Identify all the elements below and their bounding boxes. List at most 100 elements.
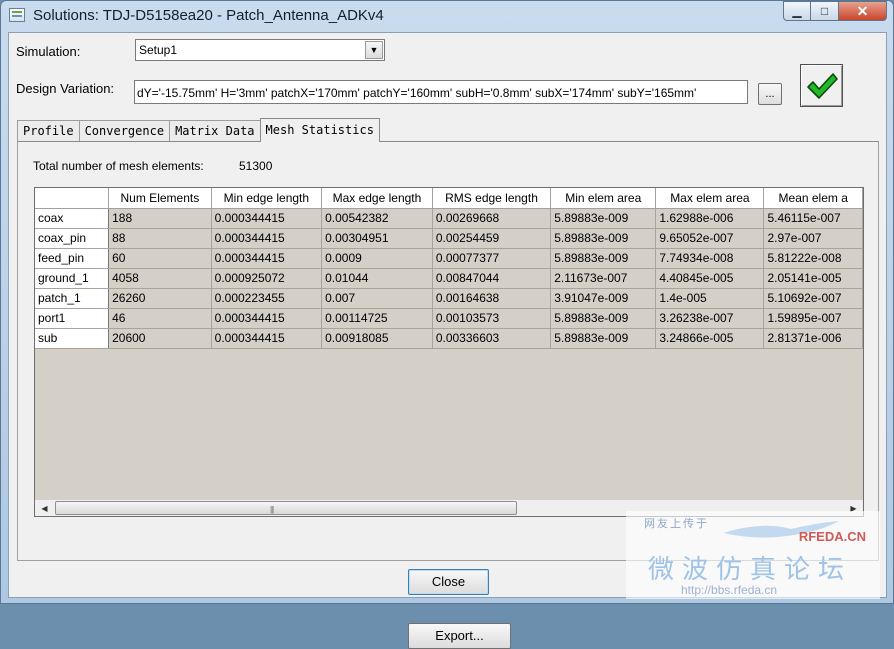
tab-matrix-data[interactable]: Matrix Data [169, 120, 261, 142]
table-cell: 5.46115e-007 [763, 208, 863, 229]
table-cell: 0.01044 [321, 268, 433, 289]
table-row[interactable]: sub 20600 0.000344415 0.00918085 0.00336… [35, 328, 863, 349]
row-header: patch_1 [35, 288, 110, 309]
design-variation-field[interactable]: dY='-15.75mm' H='3mm' patchX='170mm' pat… [134, 80, 748, 104]
table-cell: 0.00254459 [432, 228, 552, 249]
green-check-icon [806, 72, 838, 99]
watermark-brand: RFEDA.CN [798, 529, 866, 544]
table-row[interactable]: coax 188 0.000344415 0.00542382 0.002696… [35, 208, 863, 229]
solutions-window: Solutions: TDJ-D5158ea20 - Patch_Antenna… [0, 0, 894, 649]
row-header: coax [35, 208, 110, 229]
solution-status-button[interactable] [800, 64, 843, 107]
window-title: Solutions: TDJ-D5158ea20 - Patch_Antenna… [33, 7, 384, 24]
table-cell: 46 [108, 308, 212, 329]
app-icon [9, 8, 25, 22]
maximize-button[interactable]: □ [811, 1, 839, 21]
close-button[interactable]: Close [408, 569, 489, 595]
tab-mesh-statistics[interactable]: Mesh Statistics [259, 118, 380, 142]
scrollbar-thumb[interactable]: ||| [55, 501, 517, 515]
row-header: sub [35, 328, 110, 349]
grip-icon: ||| [270, 505, 274, 514]
table-cell: 0.000344415 [211, 228, 323, 249]
window-controls: ▁ □ ✕ [783, 1, 887, 21]
table-cell: 0.000344415 [211, 328, 323, 349]
table-cell: 88 [108, 228, 212, 249]
table-cell: 3.91047e-009 [550, 288, 657, 309]
table-cell: 5.10692e-007 [763, 288, 863, 309]
scroll-left-icon[interactable]: ◀ [36, 500, 53, 516]
export-button[interactable]: Export... [408, 623, 511, 649]
table-cell: 0.00542382 [321, 208, 433, 229]
column-header[interactable]: Min edge length [211, 188, 323, 209]
design-variation-label: Design Variation: [16, 81, 115, 96]
table-row[interactable]: feed_pin 60 0.000344415 0.0009 0.0007737… [35, 248, 863, 269]
table-cell: 0.00114725 [321, 308, 433, 329]
table-cell: 1.62988e-006 [655, 208, 765, 229]
design-variation-value: dY='-15.75mm' H='3mm' patchX='170mm' pat… [137, 86, 697, 100]
table-cell: 0.000344415 [211, 248, 323, 269]
table-header-row: Num Elements Min edge length Max edge le… [35, 188, 863, 209]
table-cell: 60 [108, 248, 212, 269]
table-cell: 0.000344415 [211, 208, 323, 229]
table-cell: 26260 [108, 288, 212, 309]
table-cell: 0.000925072 [211, 268, 323, 289]
column-header[interactable]: Max elem area [655, 188, 765, 209]
table-cell: 0.00164638 [432, 288, 552, 309]
simulation-select[interactable]: Setup1 ▼ [135, 39, 385, 61]
mesh-table: Num Elements Min edge length Max edge le… [35, 188, 863, 349]
table-cell: 1.59895e-007 [763, 308, 863, 329]
table-cell: 0.00304951 [321, 228, 433, 249]
table-cell: 5.89883e-009 [550, 248, 657, 269]
table-cell: 5.89883e-009 [550, 228, 657, 249]
row-header: ground_1 [35, 268, 110, 289]
chevron-down-icon[interactable]: ▼ [365, 41, 383, 59]
table-cell: 1.4e-005 [655, 288, 765, 309]
close-window-button[interactable]: ✕ [839, 1, 887, 21]
table-cell: 4.40845e-005 [655, 268, 765, 289]
column-header[interactable]: Max edge length [321, 188, 433, 209]
tab-profile[interactable]: Profile [17, 120, 80, 142]
watermark-url: http://bbs.rfeda.cn [681, 583, 778, 597]
watermark-title: 微波仿真论坛 [648, 555, 853, 585]
design-variation-browse-button[interactable]: ... [758, 83, 782, 105]
table-row[interactable]: port1 46 0.000344415 0.00114725 0.001035… [35, 308, 863, 329]
table-cell: 5.89883e-009 [550, 308, 657, 329]
table-cell: 7.74934e-008 [655, 248, 765, 269]
simulation-label: Simulation: [16, 44, 81, 59]
table-cell: 5.89883e-009 [550, 208, 657, 229]
table-cell: 0.007 [321, 288, 433, 309]
table-cell: 0.00918085 [321, 328, 433, 349]
total-mesh-label: Total number of mesh elements: [33, 159, 204, 173]
tab-strip: Profile Convergence Matrix Data Mesh Sta… [17, 118, 380, 142]
row-header: port1 [35, 308, 110, 329]
table-cell: 0.000344415 [211, 308, 323, 329]
mesh-statistics-grid[interactable]: Num Elements Min edge length Max edge le… [34, 187, 864, 517]
table-cell: 2.11673e-007 [550, 268, 657, 289]
table-cell: 0.00847044 [432, 268, 552, 289]
tab-convergence[interactable]: Convergence [78, 120, 171, 142]
table-cell: 20600 [108, 328, 212, 349]
table-row[interactable]: coax_pin 88 0.000344415 0.00304951 0.002… [35, 228, 863, 249]
table-cell: 0.0009 [321, 248, 433, 269]
table-row[interactable]: patch_1 26260 0.000223455 0.007 0.001646… [35, 288, 863, 309]
column-header[interactable]: Min elem area [550, 188, 657, 209]
table-cell: 0.000223455 [211, 288, 323, 309]
table-cell: 2.05141e-005 [763, 268, 863, 289]
minimize-button[interactable]: ▁ [783, 1, 811, 21]
table-cell: 0.00103573 [432, 308, 552, 329]
table-cell: 188 [108, 208, 212, 229]
column-header[interactable]: Num Elements [108, 188, 212, 209]
table-cell: 5.81222e-008 [763, 248, 863, 269]
watermark-caption: 网友上传于 [644, 518, 709, 530]
table-cell: 3.24866e-005 [655, 328, 765, 349]
table-cell: 3.26238e-007 [655, 308, 765, 329]
table-cell: 0.00336603 [432, 328, 552, 349]
title-bar[interactable]: Solutions: TDJ-D5158ea20 - Patch_Antenna… [1, 1, 893, 31]
column-header[interactable]: Mean elem a [763, 188, 863, 209]
row-header: feed_pin [35, 248, 110, 269]
column-header[interactable]: RMS edge length [432, 188, 552, 209]
column-header-corner [35, 188, 110, 209]
mesh-statistics-panel: Total number of mesh elements: 51300 Num… [17, 141, 879, 649]
table-cell: 9.65052e-007 [655, 228, 765, 249]
table-row[interactable]: ground_1 4058 0.000925072 0.01044 0.0084… [35, 268, 863, 289]
